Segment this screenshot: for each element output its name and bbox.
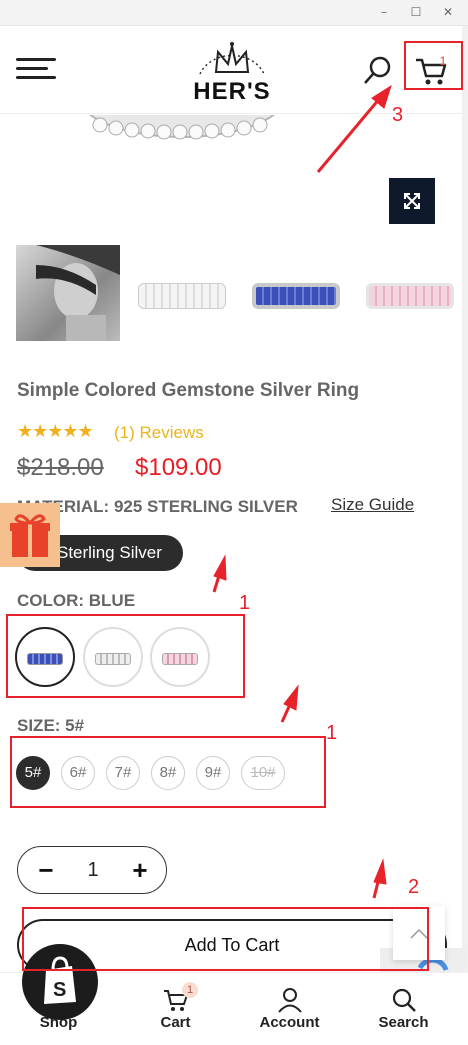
annotation-arrows	[212, 84, 392, 899]
